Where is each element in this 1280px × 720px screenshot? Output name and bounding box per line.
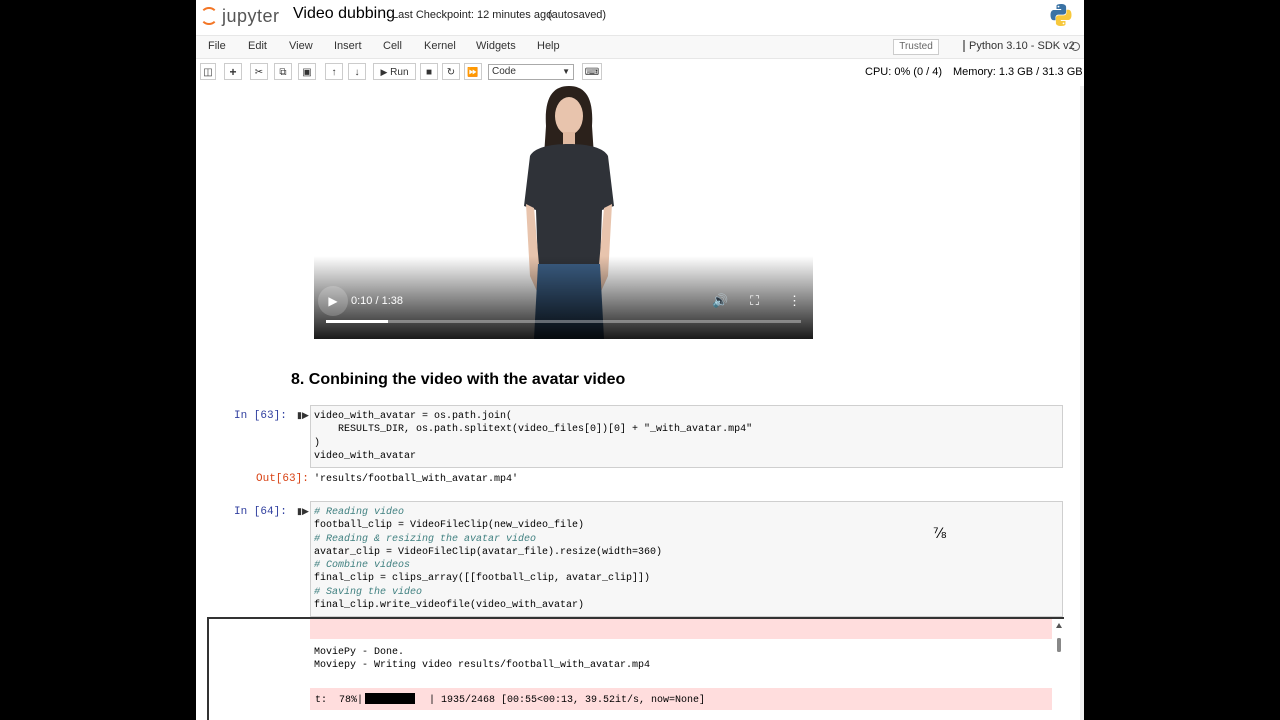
volume-icon[interactable]: 🔊 xyxy=(712,293,728,309)
code-line: RESULTS_DIR, os.path.splitext(video_file… xyxy=(314,424,753,436)
play-button[interactable]: ▶ xyxy=(318,286,348,316)
stderr-band xyxy=(310,619,1052,639)
text-cursor-icon: ⅞ xyxy=(933,526,947,542)
move-down-button[interactable]: ↓ xyxy=(348,63,366,80)
jupyter-logo[interactable]: jupyter xyxy=(200,4,280,28)
cell-output-value: 'results/football_with_avatar.mp4' xyxy=(314,474,519,485)
play-icon: ▶ xyxy=(380,67,388,77)
insert-cell-button[interactable]: + xyxy=(224,63,242,80)
code-comment-line: # Reading & resizing the avatar video xyxy=(314,533,537,545)
menu-cell[interactable]: Cell xyxy=(383,40,402,52)
menu-bar: File Edit View Insert Cell Kernel Widget… xyxy=(196,35,1084,59)
notebook-area: ▶ 0:10 / 1:38 🔊 ⛶ ⋮ 8. Conbining the vid… xyxy=(196,86,1084,720)
cell-type-value: Code xyxy=(492,66,516,77)
interrupt-button[interactable]: ■ xyxy=(420,63,438,80)
progress-bar-fill xyxy=(365,693,416,704)
progress-prefix: t: 78%| xyxy=(315,695,364,706)
more-options-icon[interactable]: ⋮ xyxy=(788,293,801,309)
save-button[interactable]: ◫ xyxy=(200,63,216,80)
cell-input-prompt: In [63]: xyxy=(234,410,287,422)
jupyter-app: jupyter Video dubbing Last Checkpoint: 1… xyxy=(196,0,1084,720)
checkpoint-status: Last Checkpoint: 12 minutes ago xyxy=(392,9,553,21)
fast-forward-icon: ⏩ xyxy=(467,67,479,77)
toolbar: ◫ + ✂ ⧉ ▣ ↑ ↓ ▶ Run ■ ↻ ⏩ Code ▼ ⌨ CPU: 0… xyxy=(196,59,1084,86)
stream-output-line: Moviepy - Writing video results/football… xyxy=(314,660,651,671)
menu-edit[interactable]: Edit xyxy=(248,40,267,52)
scissors-icon: ✂ xyxy=(254,67,264,78)
page-scrollbar[interactable] xyxy=(1080,86,1084,720)
run-label: Run xyxy=(390,67,409,78)
code-line: video_with_avatar = os.path.join( xyxy=(314,411,513,422)
code-line: avatar_clip = VideoFileClip(avatar_file)… xyxy=(314,546,663,558)
restart-icon: ↻ xyxy=(446,67,456,78)
cpu-usage: CPU: 0% (0 / 4) xyxy=(865,66,943,78)
restart-run-all-button[interactable]: ⏩ xyxy=(464,63,482,80)
save-icon: ◫ xyxy=(203,67,213,78)
logo-text: jupyter xyxy=(222,5,280,26)
copy-button[interactable]: ⧉ xyxy=(274,63,292,80)
code-comment-line: # Saving the video xyxy=(314,586,423,598)
kernel-name[interactable]: Python 3.10 - SDK v2 xyxy=(963,40,1075,52)
code-line: ) xyxy=(314,437,321,449)
command-palette-button[interactable]: ⌨ xyxy=(582,63,602,80)
code-cell-input[interactable]: video_with_avatar = os.path.join( RESULT… xyxy=(310,405,1063,468)
code-line: final_clip = clips_array([[football_clip… xyxy=(314,573,651,585)
section-heading: 8. Conbining the video with the avatar v… xyxy=(291,371,626,388)
progress-output: t: 78%| | 1935/2468 [00:55<00:13, 39.52i… xyxy=(310,688,1052,710)
progress-suffix: | 1935/2468 [00:55<00:13, 39.52it/s, now… xyxy=(417,695,706,706)
video-time: 0:10 / 1:38 xyxy=(351,295,403,307)
chevron-down-icon: ▼ xyxy=(562,67,570,76)
run-cell-icon[interactable]: ▮▶ xyxy=(297,410,309,421)
python-logo-icon xyxy=(1050,4,1072,26)
video-seek-bar[interactable] xyxy=(326,320,801,323)
memory-usage: Memory: 1.3 GB / 31.3 GB xyxy=(953,66,1083,78)
plus-icon: + xyxy=(229,65,237,79)
menu-file[interactable]: File xyxy=(208,40,226,52)
video-seek-progress xyxy=(326,320,388,323)
code-line: final_clip.write_videofile(video_with_av… xyxy=(314,600,585,612)
jupyter-logo-icon xyxy=(200,7,218,25)
video-player[interactable]: ▶ 0:10 / 1:38 🔊 ⛶ ⋮ xyxy=(314,86,813,339)
kernel-status-icon xyxy=(1071,42,1080,51)
output-scrollbar[interactable] xyxy=(1054,621,1064,661)
arrow-down-icon: ↓ xyxy=(354,67,360,78)
stop-icon: ■ xyxy=(425,67,433,78)
progress-text: t: 78%| | 1935/2468 [00:55<00:13, 39.52i… xyxy=(315,693,705,706)
menu-insert[interactable]: Insert xyxy=(334,40,362,52)
cut-button[interactable]: ✂ xyxy=(250,63,268,80)
menu-kernel[interactable]: Kernel xyxy=(424,40,456,52)
menu-help[interactable]: Help xyxy=(537,40,560,52)
code-cell-input[interactable]: # Reading video football_clip = VideoFil… xyxy=(310,501,1063,617)
restart-button[interactable]: ↻ xyxy=(442,63,460,80)
code-comment-line: # Reading video xyxy=(314,507,405,518)
run-cell-icon[interactable]: ▮▶ xyxy=(297,506,309,517)
cell-output-prompt: Out[63]: xyxy=(256,473,309,485)
cell-output-area[interactable]: MoviePy - Done. Moviepy - Writing video … xyxy=(207,617,1064,720)
code-line: football_clip = VideoFileClip(new_video_… xyxy=(314,520,585,532)
paste-icon: ▣ xyxy=(302,67,312,78)
run-button[interactable]: ▶ Run xyxy=(373,63,416,80)
notebook-name[interactable]: Video dubbing xyxy=(293,5,395,23)
autosave-status: (autosaved) xyxy=(548,9,607,21)
keyboard-icon: ⌨ xyxy=(584,67,600,78)
paste-button[interactable]: ▣ xyxy=(298,63,316,80)
fullscreen-icon[interactable]: ⛶ xyxy=(750,293,759,309)
menu-view[interactable]: View xyxy=(289,40,313,52)
stream-output-line: MoviePy - Done. xyxy=(314,647,405,658)
code-comment-line: # Combine videos xyxy=(314,560,411,572)
code-line: video_with_avatar xyxy=(314,450,417,462)
move-up-button[interactable]: ↑ xyxy=(325,63,343,80)
arrow-up-icon: ↑ xyxy=(331,67,337,78)
header: jupyter Video dubbing Last Checkpoint: 1… xyxy=(196,0,1084,32)
play-icon: ▶ xyxy=(328,294,338,308)
copy-icon: ⧉ xyxy=(279,67,287,78)
cell-type-select[interactable]: Code ▼ xyxy=(488,64,574,80)
menu-widgets[interactable]: Widgets xyxy=(476,40,516,52)
trusted-badge[interactable]: Trusted xyxy=(893,39,939,55)
cell-input-prompt: In [64]: xyxy=(234,506,287,518)
